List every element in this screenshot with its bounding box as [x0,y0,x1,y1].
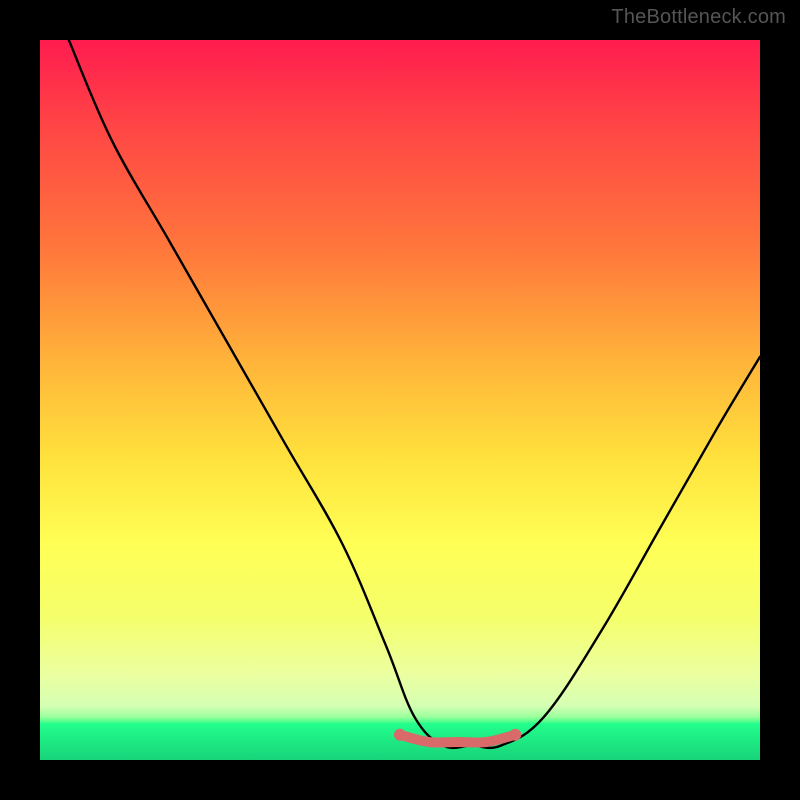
plot-area [40,40,760,760]
green-band [40,723,760,760]
chart-stage: TheBottleneck.com [0,0,800,800]
watermark: TheBottleneck.com [611,6,786,29]
